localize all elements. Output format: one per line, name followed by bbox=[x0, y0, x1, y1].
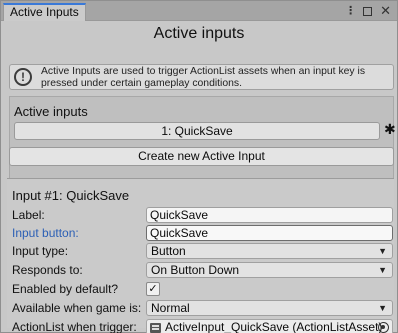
responds-to-value: On Button Down bbox=[151, 263, 240, 277]
actionlist-value: ActiveInput_QuickSave (ActionListAsset) bbox=[165, 320, 383, 333]
enabled-default-checkbox[interactable]: ✓ bbox=[146, 282, 160, 296]
input-type-value: Button bbox=[151, 244, 186, 258]
row-enabled-default: Enabled by default? ✓ bbox=[7, 280, 394, 300]
help-box: ! Active Inputs are used to trigger Acti… bbox=[9, 64, 394, 90]
help-text: Active Inputs are used to trigger Action… bbox=[41, 66, 366, 89]
row-available-when: Available when game is: Normal ▼ bbox=[7, 299, 394, 319]
row-actionlist: ActionList when trigger: ActiveInput_Qui… bbox=[7, 318, 394, 333]
info-icon: ! bbox=[14, 68, 32, 86]
row-responds-to: Responds to: On Button Down ▼ bbox=[7, 261, 394, 281]
responds-to-caption: Responds to: bbox=[12, 263, 83, 277]
active-inputs-window: Active Inputs ⋮ ✕ Active inputs ! Active… bbox=[0, 0, 398, 333]
responds-to-dropdown[interactable]: On Button Down ▼ bbox=[146, 262, 393, 278]
chevron-down-icon: ▼ bbox=[378, 303, 387, 313]
maximize-icon[interactable] bbox=[363, 7, 373, 16]
actionlist-object-field[interactable]: ActiveInput_QuickSave (ActionListAsset) bbox=[146, 319, 393, 333]
chevron-down-icon: ▼ bbox=[378, 265, 387, 275]
actionlist-asset-icon bbox=[150, 323, 161, 333]
window-controls: ⋮ ✕ bbox=[345, 3, 391, 19]
input-type-dropdown[interactable]: Button ▼ bbox=[146, 243, 393, 259]
available-when-dropdown[interactable]: Normal ▼ bbox=[146, 300, 393, 316]
more-options-icon[interactable]: ⋮ bbox=[345, 3, 356, 19]
row-input-type: Input type: Button ▼ bbox=[7, 242, 394, 262]
tab-active-inputs[interactable]: Active Inputs bbox=[3, 3, 86, 21]
label-field[interactable]: QuickSave bbox=[146, 207, 393, 223]
list-item-quicksave[interactable]: 1: QuickSave bbox=[14, 122, 380, 140]
page-title: Active inputs bbox=[153, 25, 245, 42]
object-picker-icon[interactable] bbox=[378, 322, 389, 333]
input-button-field[interactable]: QuickSave bbox=[146, 225, 393, 241]
detail-heading: Input #1: QuickSave bbox=[12, 188, 130, 203]
available-when-caption: Available when game is: bbox=[12, 301, 142, 315]
section-heading: Active inputs bbox=[14, 104, 88, 119]
create-active-input-button[interactable]: Create new Active Input bbox=[9, 147, 394, 166]
row-label: Label: QuickSave bbox=[7, 206, 394, 226]
row-input-button: Input button: QuickSave bbox=[7, 224, 394, 244]
input-detail-section: Input #1: QuickSave Label: QuickSave Inp… bbox=[7, 178, 394, 333]
available-when-value: Normal bbox=[151, 301, 190, 315]
label-caption: Label: bbox=[12, 208, 45, 222]
tab-strip: Active Inputs ⋮ ✕ bbox=[1, 1, 397, 21]
close-icon[interactable]: ✕ bbox=[380, 3, 391, 19]
actionlist-caption: ActionList when trigger: bbox=[12, 320, 137, 333]
input-type-caption: Input type: bbox=[12, 244, 69, 258]
enabled-default-caption: Enabled by default? bbox=[12, 282, 119, 296]
gear-icon[interactable]: ✱ bbox=[384, 121, 396, 138]
input-button-caption: Input button: bbox=[12, 226, 79, 240]
chevron-down-icon: ▼ bbox=[378, 246, 387, 256]
